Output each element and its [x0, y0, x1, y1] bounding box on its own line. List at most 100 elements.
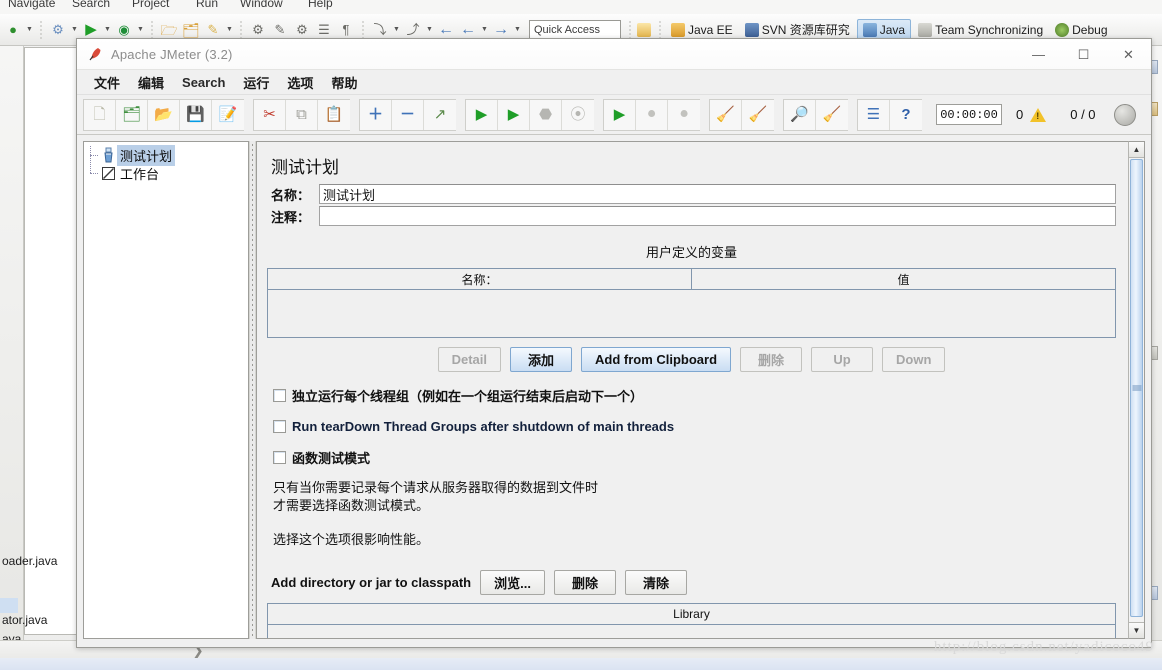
eclipse-menu-help[interactable]: Help	[308, 0, 333, 10]
paragraph-icon[interactable]: ¶	[336, 20, 356, 40]
templates-icon[interactable]: 🗂	[116, 99, 148, 130]
open-icon[interactable]: 📂	[148, 99, 180, 130]
previous-annotation-chevron-down-icon[interactable]: ▼	[425, 26, 434, 33]
forward-icon[interactable]: →	[491, 20, 511, 40]
expand-all-icon[interactable]: ＋	[360, 99, 392, 130]
menu-options[interactable]: 选项	[278, 70, 322, 95]
debug-dropdown-chevron-down-icon[interactable]: ▼	[25, 26, 34, 33]
maximize-icon[interactable]: ☐	[1061, 39, 1106, 70]
brush-icon[interactable]: ✎	[270, 20, 290, 40]
name-input[interactable]: 测试计划	[319, 184, 1116, 204]
functional-test-mode-checkbox[interactable]: 函数测试模式	[273, 448, 1116, 467]
tree-node-test-plan[interactable]: 测试计划	[84, 144, 248, 166]
edit-dropdown-chevron-down-icon[interactable]: ▼	[225, 26, 234, 33]
back-icon[interactable]: ←	[436, 20, 456, 40]
previous-annotation-icon[interactable]: ⤴	[403, 20, 423, 40]
quick-access-input[interactable]: Quick Access	[529, 19, 621, 40]
test-plan-tree[interactable]: 测试计划 工作台	[83, 141, 249, 639]
next-annotation-icon[interactable]: ⤵	[370, 20, 390, 40]
table-body-empty[interactable]	[268, 290, 1115, 337]
pin-icon[interactable]: ⚙	[248, 20, 268, 40]
checkbox-box[interactable]	[273, 389, 286, 402]
backward-chevron-down-icon[interactable]: ▼	[480, 26, 489, 33]
bug-dropdown-chevron-down-icon[interactable]: ▼	[70, 26, 79, 33]
save-as-icon[interactable]: 📝	[212, 100, 244, 130]
coverage-icon[interactable]: ◉	[114, 20, 134, 40]
column-header-value[interactable]: 值	[692, 269, 1115, 289]
collapse-all-icon[interactable]: －	[392, 99, 424, 130]
tree-node-workbench[interactable]: 工作台	[84, 155, 248, 182]
split-pane-divider[interactable]	[249, 141, 256, 639]
cut-icon[interactable]: ✂	[254, 99, 286, 130]
backward-icon[interactable]: ←	[458, 20, 478, 40]
clear-icon[interactable]: 🧹	[710, 99, 742, 130]
bug-icon[interactable]: ⚙	[48, 20, 68, 40]
remote-start-all-icon[interactable]: ▶	[604, 99, 636, 130]
library-table-body-empty[interactable]	[268, 625, 1115, 638]
run-teardown-checkbox[interactable]: Run tearDown Thread Groups after shutdow…	[273, 419, 1116, 434]
package-explorer-item-1[interactable]: oader.java	[2, 554, 57, 568]
library-table[interactable]: Library	[267, 603, 1116, 638]
warning-indicator[interactable]: 0	[1016, 107, 1047, 122]
down-button[interactable]: Down	[882, 347, 946, 372]
book-icon[interactable]: ☰	[314, 20, 334, 40]
column-header-name[interactable]: 名称：	[268, 269, 692, 289]
remote-shutdown-all-icon[interactable]: ⚫	[668, 100, 700, 130]
save-icon[interactable]: 💾	[180, 99, 212, 130]
menu-run[interactable]: 运行	[234, 70, 278, 95]
clear-all-icon[interactable]: 🧹	[742, 100, 774, 130]
debug-icon[interactable]: ●	[3, 20, 23, 40]
serialize-thread-groups-checkbox[interactable]: 独立运行每个线程组（例如在一个组运行结束后启动下一个）	[273, 386, 1116, 405]
up-button[interactable]: Up	[811, 347, 874, 372]
edit-pencil-icon[interactable]: ✎	[203, 20, 223, 40]
open-perspective-icon[interactable]	[634, 20, 654, 40]
add-button[interactable]: 添加	[509, 347, 572, 372]
stop-icon[interactable]: ⬣	[530, 99, 562, 130]
main-panel-vertical-scrollbar[interactable]: ▲ ▼	[1128, 141, 1145, 639]
close-icon[interactable]: ✕	[1106, 39, 1151, 70]
scroll-up-arrow-icon[interactable]: ▲	[1129, 142, 1144, 158]
new-folder-icon[interactable]: 🗁	[159, 20, 179, 40]
run-dropdown-chevron-down-icon[interactable]: ▼	[103, 26, 112, 33]
search-reset-icon[interactable]: 🧹	[816, 100, 848, 130]
column-header-library[interactable]: Library	[268, 604, 1115, 625]
copy-icon[interactable]: ⧉	[286, 99, 318, 130]
help-icon[interactable]: ?	[890, 100, 922, 130]
run-icon[interactable]: ▶	[81, 20, 101, 40]
scroll-down-arrow-icon[interactable]: ▼	[1129, 622, 1144, 638]
paste-icon[interactable]: 📋	[318, 100, 350, 130]
forward-chevron-down-icon[interactable]: ▼	[513, 26, 522, 33]
eclipse-menu-window[interactable]: Window	[240, 0, 283, 10]
start-icon[interactable]: ▶	[466, 99, 498, 130]
external-tools-icon[interactable]: ⚙	[292, 20, 312, 40]
eclipse-menu-search[interactable]: Search	[72, 0, 110, 10]
eclipse-menu-run[interactable]: Run	[196, 0, 218, 10]
delete-button[interactable]: 删除	[740, 347, 803, 372]
add-from-clipboard-button[interactable]: Add from Clipboard	[580, 347, 732, 372]
checkbox-box[interactable]	[273, 420, 286, 433]
checkbox-box[interactable]	[273, 451, 286, 464]
classpath-delete-button[interactable]: 删除	[553, 570, 616, 595]
open-folder-icon[interactable]: 🗂	[181, 20, 201, 40]
new-test-plan-icon[interactable]: 🗋	[84, 99, 116, 130]
scrollbar-thumb[interactable]	[1130, 159, 1143, 617]
comment-input[interactable]	[319, 206, 1116, 226]
eclipse-menu-navigate[interactable]: Navigate	[8, 0, 55, 10]
menu-edit[interactable]: 编辑	[129, 70, 173, 95]
start-no-pauses-icon[interactable]: ▶	[498, 99, 530, 130]
eclipse-menu-project[interactable]: Project	[132, 0, 169, 10]
menu-file[interactable]: 文件	[85, 70, 129, 95]
browse-button[interactable]: 浏览...	[480, 570, 545, 595]
user-defined-variables-table[interactable]: 名称： 值	[267, 268, 1116, 338]
menu-search[interactable]: Search	[173, 72, 234, 93]
remote-stop-all-icon[interactable]: ⚫	[636, 99, 668, 130]
function-helper-icon[interactable]: ☰	[858, 99, 890, 130]
scrollbar-track[interactable]	[1129, 158, 1144, 622]
detail-button[interactable]: Detail	[437, 347, 501, 372]
minimize-icon[interactable]: —	[1016, 39, 1061, 70]
menu-help[interactable]: 帮助	[322, 70, 366, 95]
package-explorer-item-2[interactable]: ator.java	[2, 613, 47, 627]
shutdown-icon[interactable]: ⦿	[562, 100, 594, 130]
next-annotation-chevron-down-icon[interactable]: ▼	[392, 26, 401, 33]
classpath-clear-button[interactable]: 清除	[624, 570, 687, 595]
